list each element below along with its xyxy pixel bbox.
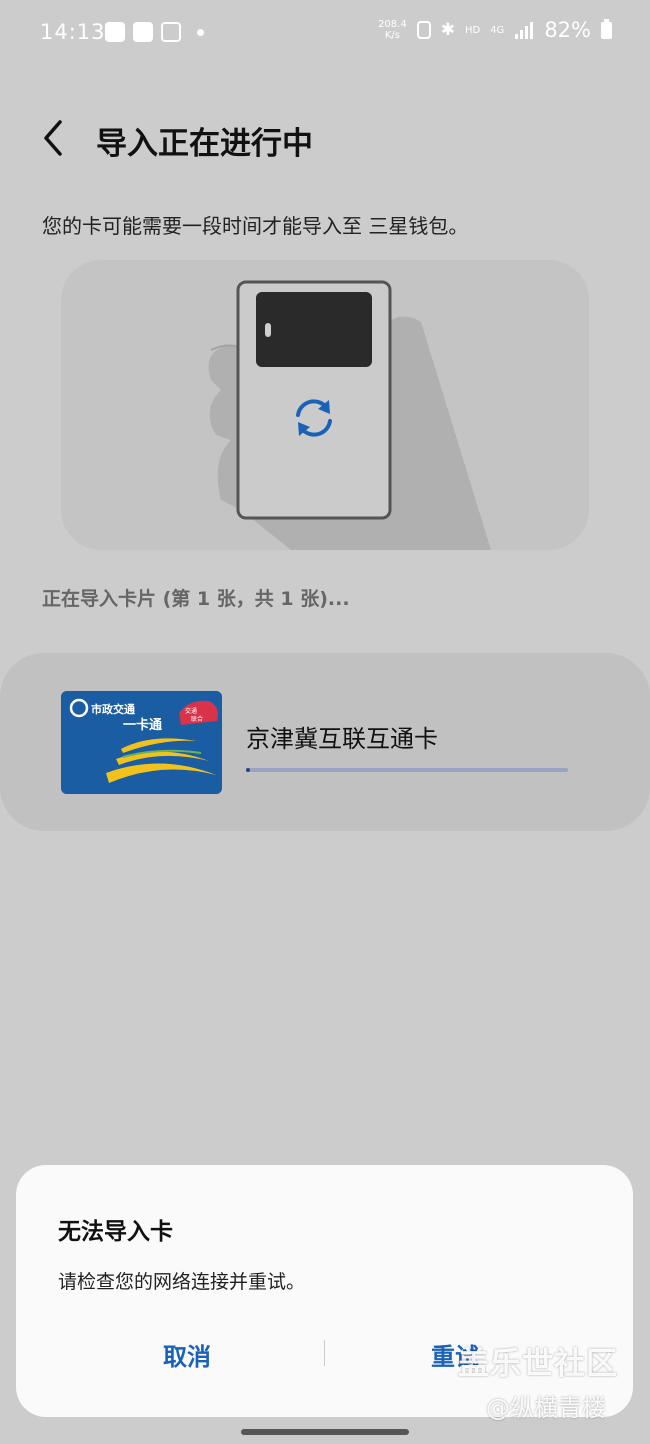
card-thumb-top-text: 市政交通 [91, 702, 135, 716]
card-thumbnail: 市政交通 一卡通 交通 联合 [61, 691, 222, 794]
network-speed: 208.4 K/s [378, 19, 407, 41]
svg-text:联合: 联合 [191, 715, 203, 723]
hand-holding-phone-graphic [208, 280, 491, 550]
card-import-progress [246, 768, 568, 772]
card-import-progress-fill [246, 768, 250, 772]
page-title: 导入正在进行中 [96, 126, 313, 162]
import-progress-text: 正在导入卡片 (第 1 张，共 1 张)... [42, 588, 350, 610]
app-notification-icon [161, 22, 181, 42]
cancel-button[interactable]: 取消 [163, 1337, 211, 1372]
more-notifications-icon [197, 28, 204, 36]
system-icons: 208.4 K/s ✱ HD 4G 82% [378, 18, 612, 42]
back-arrow-icon[interactable] [38, 118, 74, 158]
signal-icon [515, 22, 534, 39]
watermark-main: 盖乐世社区 [458, 1346, 618, 1382]
dialog-title: 无法导入卡 [58, 1219, 173, 1245]
battery-icon [601, 18, 612, 39]
svg-text:交通: 交通 [185, 707, 197, 715]
card-name: 京津冀互联互通卡 [246, 725, 438, 753]
status-bar: 14:13 208.4 K/s ✱ HD 4G 82% [0, 0, 650, 70]
nfc-icon [416, 21, 431, 39]
home-indicator[interactable] [241, 1429, 409, 1435]
mobile-data-icon: 4G [490, 24, 505, 36]
transit-card-graphic: 市政交通 一卡通 交通 联合 [61, 691, 222, 794]
button-divider [324, 1340, 325, 1366]
hd-voice-icon: HD [464, 24, 481, 36]
import-description: 您的卡可能需要一段时间才能导入至 三星钱包。 [42, 214, 469, 238]
card-item-panel: 市政交通 一卡通 交通 联合 京津冀互联互通卡 [0, 653, 650, 831]
watermark-sub: @纵横青楼 [486, 1394, 606, 1422]
battery-percent: 82% [544, 18, 591, 42]
phone-tap-illustration [61, 260, 589, 550]
gallery-icon [105, 22, 125, 42]
check-app-icon [133, 22, 153, 42]
card-thumb-main-text: 一卡通 [123, 717, 162, 733]
status-time: 14:13 [40, 20, 106, 44]
dialog-message: 请检查您的网络连接并重试。 [58, 1271, 306, 1293]
bluetooth-icon: ✱ [440, 20, 455, 40]
notification-icons [105, 22, 204, 42]
